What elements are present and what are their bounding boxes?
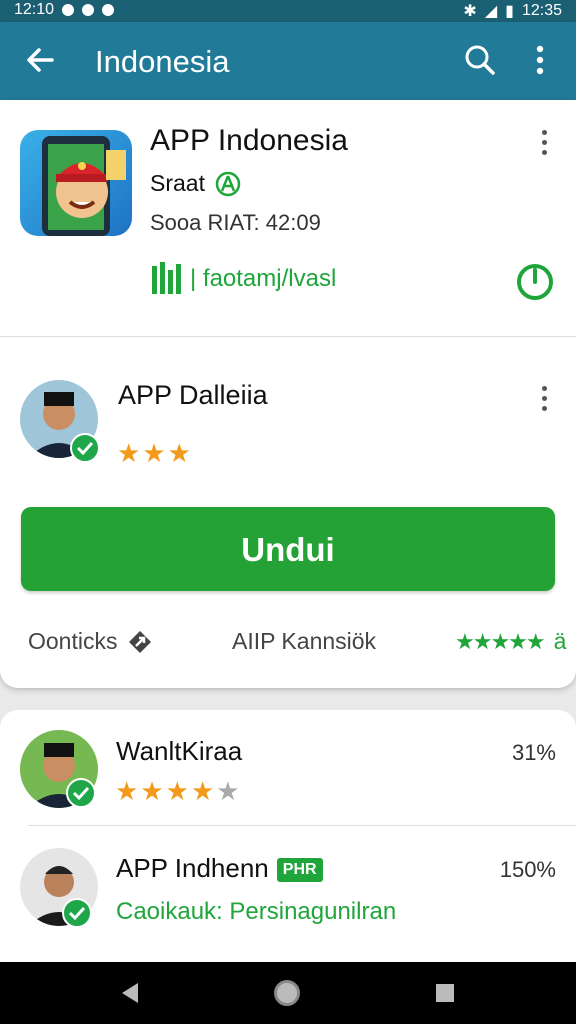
star-icon: ★ (117, 438, 141, 468)
app-subtitle-row: Sraat (150, 170, 241, 197)
page-title: Indonesia (95, 44, 230, 79)
list-item-name: WanltKiraa (116, 736, 243, 766)
back-arrow-icon[interactable] (22, 42, 58, 78)
divider (28, 825, 576, 826)
app-subtitle: Sraat (150, 170, 205, 196)
footer-left-label: Oonticks (28, 628, 118, 654)
face-icon (102, 4, 115, 16)
verified-badge-icon (66, 778, 96, 808)
signal-icon: ◢ (484, 3, 498, 20)
app-bar: Indonesia (0, 22, 576, 100)
bars-icon (152, 262, 181, 294)
more-vert-icon[interactable] (528, 42, 552, 78)
nav-recents-icon[interactable] (436, 984, 454, 1002)
list-item-rating: ★ ★ ★ ★ ★ (115, 778, 240, 804)
share-icon (129, 630, 152, 653)
bluetooth-icon: ✱ (463, 3, 477, 20)
verified-badge-icon (70, 433, 100, 463)
footer-middle-label: AIIP Kannsiök (232, 628, 377, 654)
app-meta: Sooa RIAT: 42:09 (150, 210, 321, 235)
status-time-left: 12:10 (14, 1, 55, 18)
list-item-percent: 150% (499, 857, 556, 882)
list-item-tag: PHR (276, 858, 323, 883)
nav-back-icon[interactable] (120, 982, 140, 1004)
heart-icon (62, 4, 75, 16)
footer-rating: ★★★★★ ä (455, 628, 566, 655)
developer-link-text: | faotamj/lvasl (190, 265, 337, 292)
search-icon[interactable] (462, 42, 498, 78)
system-nav-bar (0, 962, 576, 1024)
battery-icon: ▮ (505, 3, 514, 20)
star-icon: ★ (115, 776, 139, 806)
star-icon: ★ (190, 776, 215, 806)
verified-icon (215, 171, 241, 196)
list-item-title: APP Indhenn PHR (116, 853, 323, 884)
app-detail-card: APP Indonesia Sraat Sooa RIAT: 42:09 | f… (0, 100, 576, 688)
developer-menu-icon[interactable] (538, 386, 550, 416)
star-empty-icon: ★ (216, 776, 240, 806)
related-list-card: WanltKiraa 31% ★ ★ ★ ★ ★ APP Indhenn PHR … (0, 710, 576, 965)
developer-link[interactable]: | faotamj/lvasl (150, 262, 336, 296)
footer-middle[interactable]: AIIP Kannsiök (232, 628, 376, 655)
developer-rating: ★ ★ ★ (117, 440, 191, 466)
app-menu-icon[interactable] (538, 130, 550, 160)
five-stars-icon: ★★★★★ (455, 628, 546, 654)
developer-name: APP Dalleiia (118, 380, 268, 410)
footer-rating-suffix: ä (553, 628, 567, 654)
list-item-name: APP Indhenn (116, 853, 269, 883)
app-name: APP Indonesia (150, 124, 348, 157)
star-icon: ★ (142, 438, 166, 468)
power-icon[interactable] (515, 262, 555, 302)
notification-icon (82, 4, 95, 16)
status-bar: 12:10 ✱ ◢ ▮ 12:35 (0, 0, 576, 22)
app-icon (20, 130, 132, 236)
list-item-subtitle: Caoikauk: Persinagunilran (116, 898, 397, 925)
star-icon: ★ (140, 776, 164, 806)
list-item-percent: 31% (511, 740, 556, 765)
status-time-right: 12:35 (521, 2, 562, 19)
star-icon: ★ (167, 438, 191, 468)
verified-badge-icon (62, 898, 92, 928)
nav-home-icon[interactable] (274, 980, 300, 1006)
install-button[interactable]: Undui (21, 507, 555, 591)
footer-left[interactable]: Oonticks (28, 628, 153, 655)
divider (0, 336, 576, 337)
star-icon: ★ (165, 776, 189, 806)
